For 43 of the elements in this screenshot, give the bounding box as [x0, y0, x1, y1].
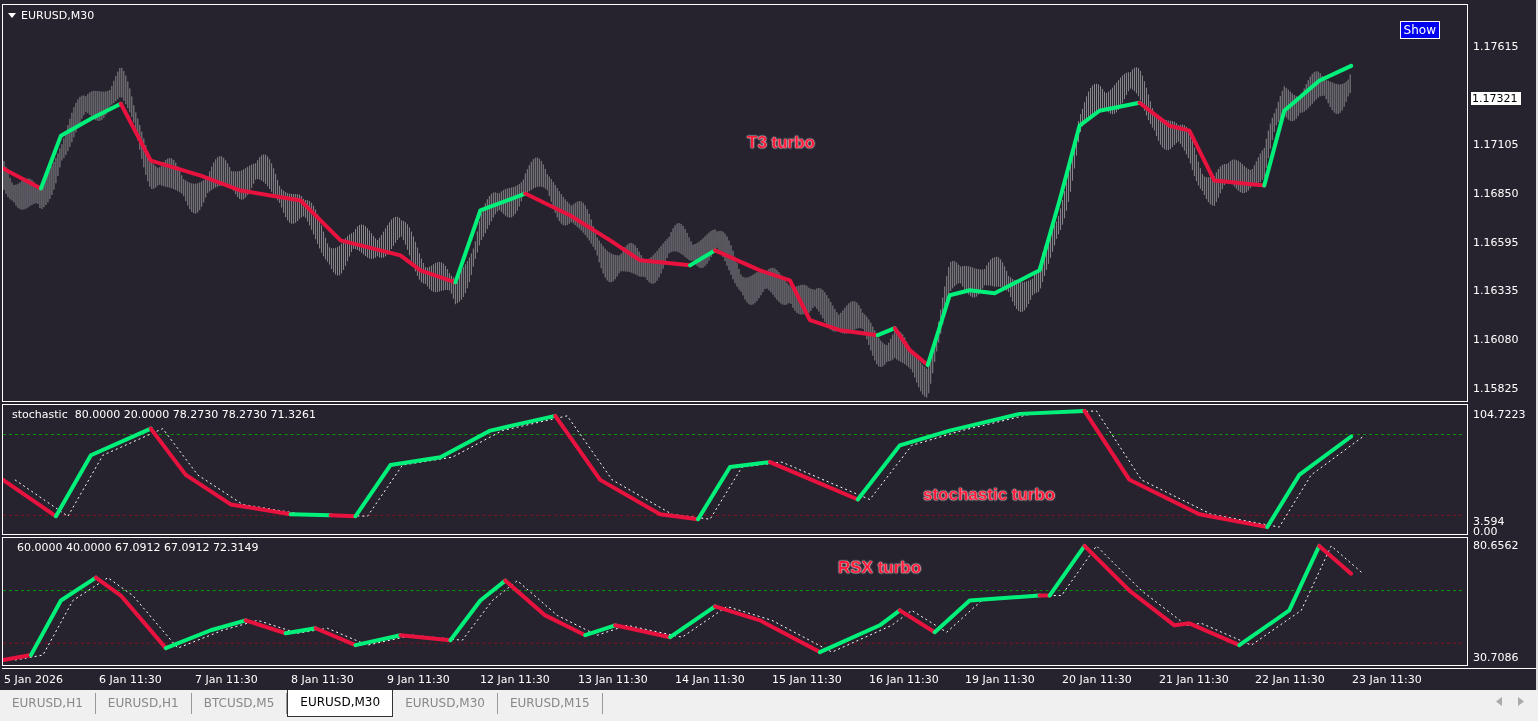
chart-tab[interactable]: EURUSD,M15	[497, 693, 603, 714]
indicator-label: stochastic turbo	[923, 485, 1056, 505]
chart-tab[interactable]: EURUSD,M30	[393, 693, 498, 714]
indicator-header: stochastic 80.0000 20.0000 78.2730 78.2730 71.3261	[12, 408, 317, 421]
axis-label: 1.17105	[1473, 138, 1519, 151]
axis-label: 1.17615	[1473, 40, 1519, 53]
axis-label: 1.16595	[1473, 236, 1519, 249]
time-label: 19 Jan 11:30	[965, 673, 1035, 686]
axis-label: 3.594	[1473, 515, 1505, 528]
chart-title: EURUSD,M30	[21, 9, 95, 22]
time-label: 15 Jan 11:30	[772, 673, 842, 686]
time-label: 16 Jan 11:30	[869, 673, 939, 686]
axis-label: 1.16080	[1473, 333, 1519, 346]
axis-label: 1.16850	[1473, 187, 1519, 200]
time-label: 14 Jan 11:30	[675, 673, 745, 686]
indicator-header: 60.0000 40.0000 67.0912 67.0912 72.3149	[17, 541, 259, 554]
time-label: 5 Jan 2026	[4, 673, 63, 686]
scroll-left-icon[interactable]	[1496, 697, 1502, 706]
time-label: 8 Jan 11:30	[291, 673, 354, 686]
dropdown-icon[interactable]	[8, 13, 16, 18]
current-price-label: 1.17321	[1471, 92, 1521, 105]
axis-label: 1.16335	[1473, 284, 1519, 297]
axis-label: 1.15825	[1473, 382, 1519, 395]
indicator-label: RSX turbo	[838, 558, 922, 578]
chart-tab[interactable]: EURUSD,M30	[287, 690, 394, 717]
indicator-label: T3 turbo	[747, 133, 815, 153]
axis-label: 80.6562	[1473, 539, 1519, 552]
show-button[interactable]: Show	[1399, 21, 1440, 39]
axis-label: 0.00	[1473, 525, 1498, 538]
time-label: 12 Jan 11:30	[480, 673, 550, 686]
time-label: 13 Jan 11:30	[578, 673, 648, 686]
time-label: 20 Jan 11:30	[1062, 673, 1132, 686]
time-label: 22 Jan 11:30	[1255, 673, 1325, 686]
time-label: 9 Jan 11:30	[387, 673, 450, 686]
chart-tab[interactable]: EURUSD,H1	[0, 693, 96, 714]
time-label: 7 Jan 11:30	[195, 673, 258, 686]
scroll-right-icon[interactable]	[1518, 697, 1524, 706]
axis-label: 30.7086	[1473, 651, 1519, 664]
axis-label: 104.7223	[1473, 408, 1526, 421]
time-label: 23 Jan 11:30	[1352, 673, 1422, 686]
time-label: 6 Jan 11:30	[99, 673, 162, 686]
chart-tab[interactable]: EURUSD,H1	[95, 693, 192, 714]
time-label: 21 Jan 11:30	[1159, 673, 1229, 686]
